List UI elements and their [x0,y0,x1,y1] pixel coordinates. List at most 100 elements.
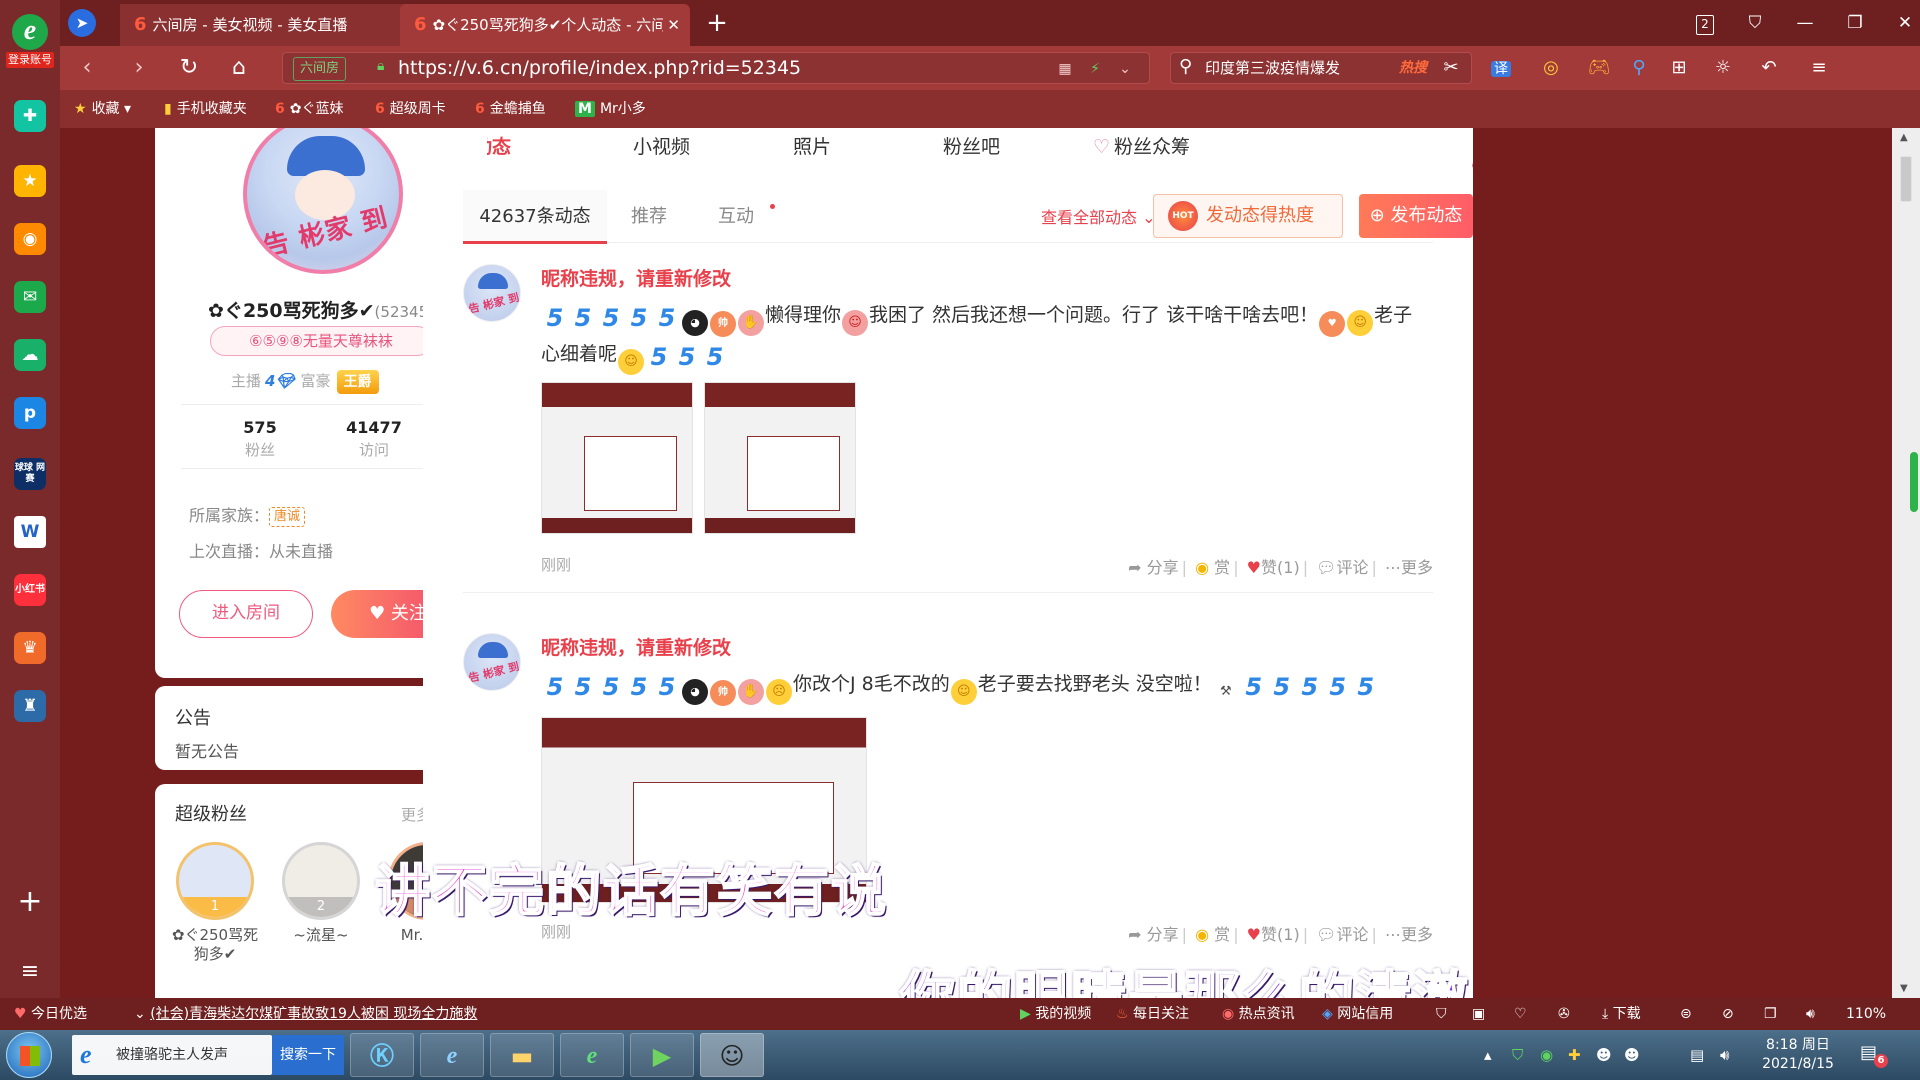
weibo-icon[interactable]: ◉ [14,223,46,255]
like-button[interactable]: ♥赞(1) [1247,925,1300,944]
fan-item[interactable]: 2 ~流星~ [273,842,369,945]
post-image[interactable] [541,382,693,534]
star-icon[interactable]: ★ [14,165,46,197]
panda-game-icon[interactable]: ♜ [14,690,46,722]
speaker-icon[interactable]: 🔊︎ [1720,1030,1729,1080]
kugou-icon[interactable]: Ⓚ [350,1033,414,1077]
navigate-arrow-icon[interactable]: ➤ [68,9,96,37]
share-button[interactable]: ➦ 分享 [1128,925,1179,944]
today-picks[interactable]: ♥ 今日优选 [14,998,87,1030]
game-icon[interactable]: ♛ [14,632,46,664]
ie-search-widget[interactable]: e 被撞骆驼主人发声 搜索一下 [72,1035,344,1075]
green-plus-icon[interactable]: ✚ [14,100,46,132]
heart-outline-icon[interactable]: ♡ [1514,998,1527,1030]
scissors-icon[interactable]: ✂ [1430,54,1472,82]
shirt-skin-icon[interactable]: ⛉ [1740,8,1770,38]
more-button[interactable]: ⋯更多 [1385,925,1433,944]
like-button[interactable]: ♥赞(1) [1247,558,1300,577]
post-avatar[interactable]: 告 彬家 到 [463,264,521,322]
xiaohongshu-icon[interactable]: 小红书 [14,574,46,606]
shield-icon[interactable]: ⛉ [1436,998,1447,1030]
post-hot-button[interactable]: HOT 发动态得热度 [1153,194,1343,238]
reward-button[interactable]: ◉ 赏 [1195,925,1230,944]
security-tray-icon[interactable]: ⛉ [1512,1030,1523,1080]
search-text[interactable]: 印度第三波疫情爆发 [1205,53,1340,84]
tray-arrow-icon[interactable]: ▴ [1484,1030,1492,1080]
url-text[interactable]: https://v.6.cn/profile/index.php?rid=523… [398,53,801,84]
avatar-app-icon[interactable]: ☺ [700,1033,764,1077]
mail-icon[interactable]: ✉ [14,281,46,313]
minimize-icon[interactable]: — [1790,8,1820,38]
post-avatar[interactable]: 告 彬家 到 [463,633,521,691]
my-videos[interactable]: ▶ 我的视频 [1020,998,1091,1030]
gamepad-icon[interactable]: 🎮︎ [1578,54,1620,82]
fan-icon[interactable]: ✇ [1558,998,1570,1030]
post-nickname[interactable]: 昵称违规，请重新修改 [541,633,731,660]
start-button[interactable] [6,1032,52,1078]
restore-icon[interactable]: ❐ [1840,8,1870,38]
share-button[interactable]: ➦ 分享 [1128,558,1179,577]
window-count-badge[interactable]: 2 [1690,8,1720,38]
document-icon[interactable]: W [14,516,46,548]
video-player-icon[interactable]: ▶ [630,1033,694,1077]
comment-button[interactable]: 💬︎评论 [1316,558,1368,577]
qq-tray-icon[interactable]: ☻ [1596,1030,1612,1080]
more-button[interactable]: ⋯更多 [1385,558,1433,577]
ie-taskbar-icon[interactable]: e [420,1033,484,1077]
window-icon[interactable]: ❐ [1764,998,1777,1030]
fav-mrxiaoduo[interactable]: M Mr小多 [575,90,646,128]
url-field[interactable]: 六间房 🔒︎ https://v.6.cn/profile/index.php?… [282,52,1150,84]
coin-icon[interactable]: ◎ [1530,54,1572,82]
scroll-down-icon[interactable]: ▼ [1900,983,1908,994]
translate-icon[interactable]: 译 [1480,54,1522,82]
tab-liujianfang[interactable]: 6 六间房 - 美女视频 - 美女直播 [120,4,420,46]
scroll-up-icon[interactable]: ▲ [1900,132,1908,143]
reload-icon[interactable]: ↻ [174,53,204,83]
tab-photos[interactable]: 照片 [793,132,831,159]
browser-taskbar-icon[interactable]: e [560,1033,624,1077]
undo-icon[interactable]: ↶ [1748,54,1790,82]
qr-icon[interactable]: ▦ [1053,57,1077,81]
menu-icon[interactable]: ≡ [1798,54,1840,82]
folder-icon[interactable]: ▬ [490,1033,554,1077]
comment-button[interactable]: 💬︎评论 [1316,925,1368,944]
tab-profile[interactable]: 6 ✿ぐ250骂死狗多✔个人动态 - 六间房 ✕ [400,4,690,46]
browser-tray-icon[interactable]: ◉ [1540,1030,1553,1080]
fav-collect[interactable]: ★ 收藏 ▾ [74,90,131,128]
zoom-level[interactable]: 110% [1846,998,1886,1030]
profile-avatar[interactable]: 告 彬家 到 [243,128,403,274]
site-credit[interactable]: ◈ 网站信用 [1322,998,1393,1030]
publish-post-button[interactable]: ⊕ 发布动态 [1359,194,1473,238]
home-icon[interactable]: ⌂ [224,53,254,83]
tab-all-posts[interactable]: 42637条动态 [463,190,607,244]
fav-lanmei[interactable]: 6 ✿ぐ蓝妹 [275,90,343,128]
fav-mobile[interactable]: ▮ 手机收藏夹 [164,90,247,128]
ball-live-icon[interactable]: 球球 网赛 [14,458,46,490]
browser-logo[interactable]: e 登录账号 [6,14,54,74]
view-all-posts-dropdown[interactable]: 查看全部动态 ⌄ [1041,204,1156,228]
post-nickname[interactable]: 昵称违规，请重新修改 [541,264,731,291]
tab-interact[interactable]: 互动 [691,190,781,243]
download-button[interactable]: ⤓ 下载 [1602,998,1641,1030]
tab-recommend[interactable]: 推荐 [607,190,691,243]
side-drawer-handle[interactable] [1910,452,1918,512]
qq-tray-icon-2[interactable]: ☻ [1624,1030,1640,1080]
pan-icon[interactable]: p [14,397,46,429]
volume-icon[interactable]: 🔊︎ [1806,998,1815,1030]
family-badge[interactable]: 唐诚 [269,506,306,527]
close-tab-icon[interactable]: ✕ [667,4,680,46]
add-icon[interactable]: + [14,886,46,918]
scroll-thumb[interactable] [1900,156,1912,202]
reward-button[interactable]: ◉ 赏 [1195,558,1230,577]
enter-room-button[interactable]: 进入房间 [179,590,313,638]
tab-crowdfunding[interactable]: ♡ 粉丝众筹 [1093,132,1190,159]
brightness-icon[interactable]: ☼ [1702,54,1744,82]
grid-apps-icon[interactable]: ⊞ [1658,54,1700,82]
daily-follow[interactable]: ♨ 每日关注 [1116,998,1189,1030]
menu-list-icon[interactable]: ≡ [14,956,46,988]
plus-tray-icon[interactable]: ✚ [1568,1030,1581,1080]
tab-short-video[interactable]: 小视频 [633,132,690,159]
magnifier-icon[interactable]: ⚲ [1618,54,1660,82]
tab-fan-bar[interactable]: 粉丝吧 [943,132,1000,159]
fan-item[interactable]: 1 ✿ぐ250骂死狗多✔ [167,842,263,964]
